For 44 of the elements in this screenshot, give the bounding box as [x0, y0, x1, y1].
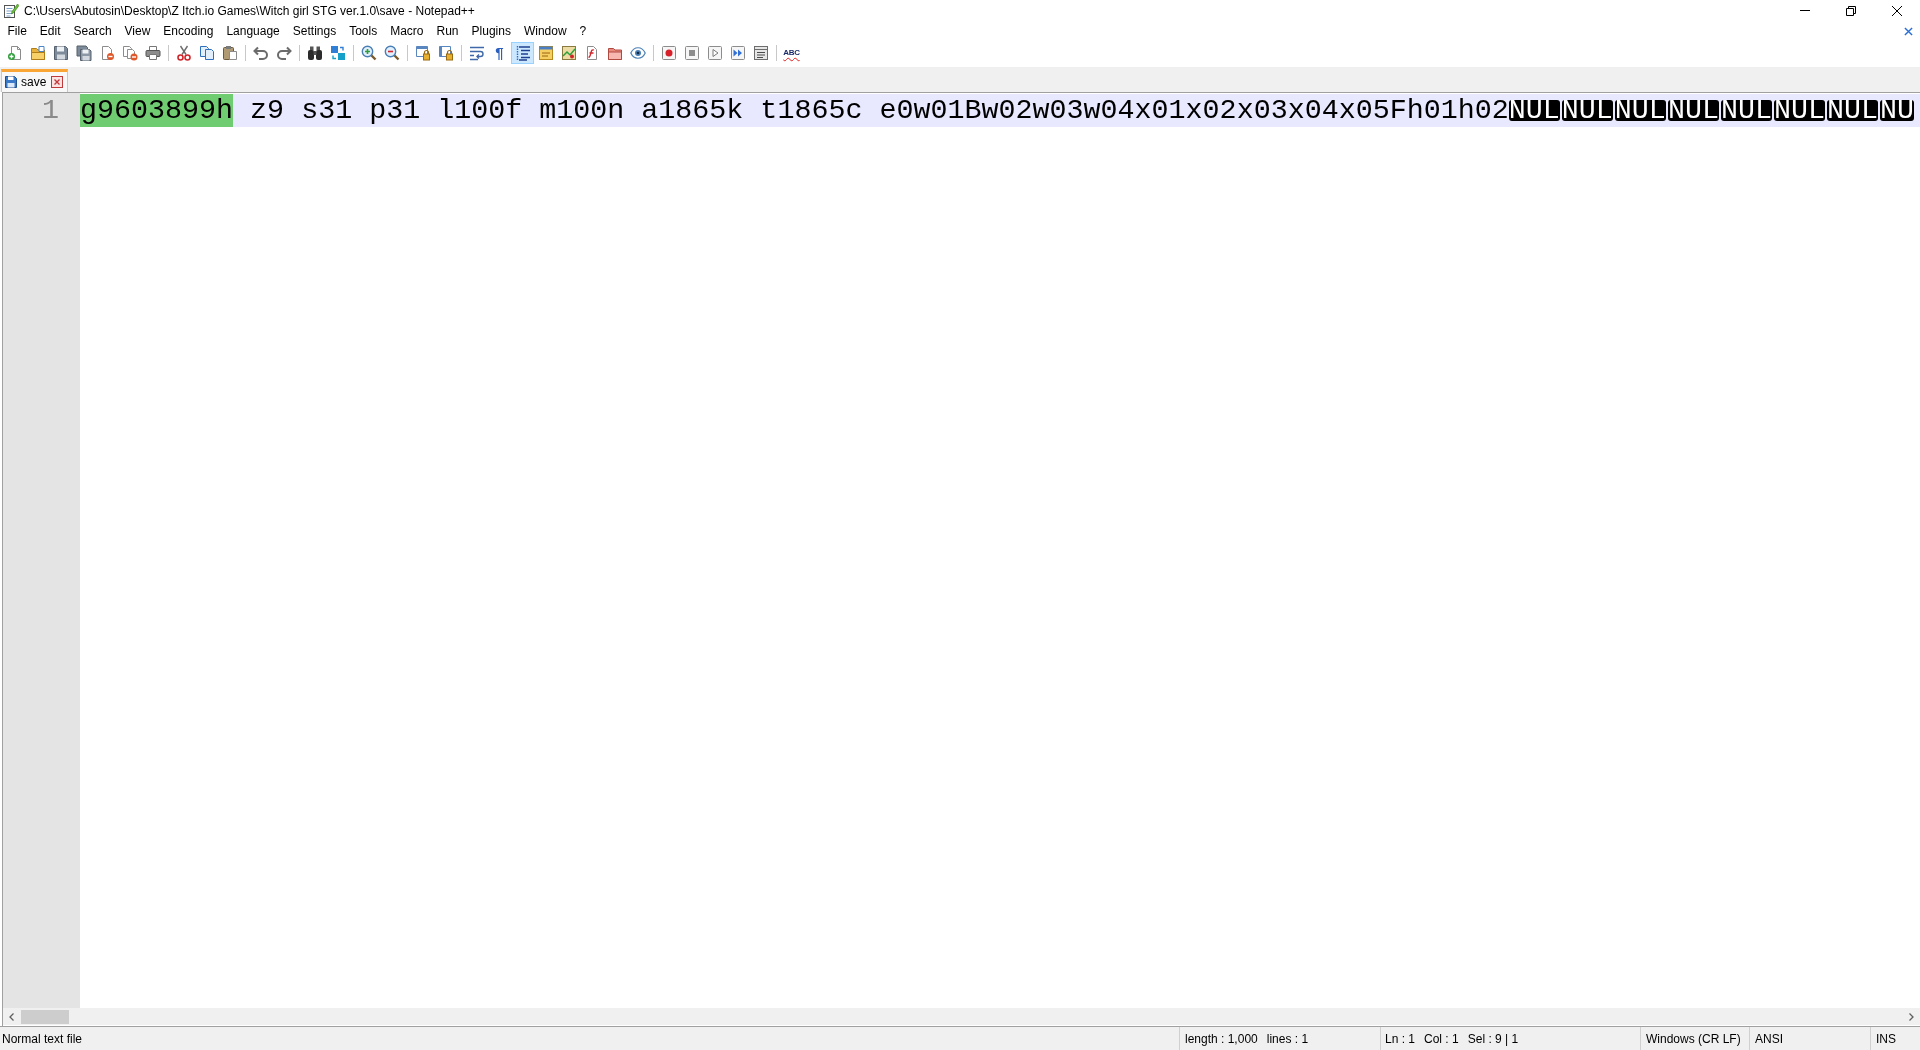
menu-item[interactable]: Run — [430, 21, 466, 41]
text-editor[interactable]: 1 g9603899h z9 s31 p31 l100f m100n a1865k t1865c e0w01Bw02w03w04x01x02x03x04x05Fh01h02NUL NUL NUL NULNULNULNULNU — [2, 92, 1920, 1026]
control-character: NU — [1880, 100, 1915, 121]
close-icon[interactable] — [1892, 5, 1902, 16]
menu-item[interactable]: ? — [573, 21, 593, 41]
window-title: C:\Users\Abutosin\Desktop\Z Itch.io Games\Witch girl STG ver.1.0\save - Notepad++ — [24, 3, 475, 18]
selected-text: g9603899h — [80, 94, 234, 127]
status-text: Normal text file — [2, 1031, 83, 1046]
menu-item[interactable]: Window — [517, 21, 574, 41]
menu-item[interactable]: Tools — [342, 21, 384, 41]
control-character: NUL — [1508, 100, 1560, 121]
toolbar-button[interactable]: ¶ — [488, 42, 511, 64]
control-character: NUL — [1561, 100, 1613, 121]
status-text: Ln : 1 — [1385, 1031, 1416, 1046]
status-text: Sel : 9 | 1 — [1467, 1031, 1519, 1046]
control-character: NUL — [1614, 100, 1666, 121]
control-character: NUL — [1720, 100, 1772, 121]
menu-item[interactable]: File — [1, 21, 34, 41]
menu-item[interactable]: Settings — [286, 21, 343, 41]
toolbar-button[interactable]: ABC — [780, 42, 803, 64]
code-text: z9 s31 p31 l100f m100n a1865k t1865c e0w01Bw02w03w04x01x02x03x04x05Fh01h02 — [249, 94, 1509, 127]
tab[interactable]: save — [1, 69, 69, 92]
restore-icon[interactable] — [1846, 5, 1856, 16]
chevron-left-icon[interactable] — [9, 1012, 14, 1021]
control-character: NUL — [1667, 100, 1719, 121]
control-character: NUL — [1826, 100, 1878, 121]
status-text: ANSI — [1755, 1031, 1783, 1046]
chevron-right-icon[interactable] — [1909, 1012, 1914, 1021]
scrollbar-thumb[interactable] — [21, 1009, 69, 1024]
menu-item[interactable]: Edit — [33, 21, 68, 41]
menu-item[interactable]: Macro — [383, 21, 430, 41]
menu-item[interactable]: Language — [219, 21, 287, 41]
menu-item[interactable]: Encoding — [156, 21, 220, 41]
status-text: length : 1,000 — [1185, 1031, 1258, 1046]
status-text: INS — [1876, 1031, 1896, 1046]
menu-item[interactable]: View — [118, 21, 157, 41]
menu-item[interactable]: Search — [67, 21, 119, 41]
control-character: NUL — [1773, 100, 1825, 121]
status-text: lines : 1 — [1266, 1031, 1309, 1046]
status-text: Windows (CR LF) — [1646, 1031, 1741, 1046]
status-text: Col : 1 — [1424, 1031, 1459, 1046]
line-number: 1 — [41, 94, 60, 127]
menu-item[interactable]: Plugins — [465, 21, 518, 41]
horizontal-scrollbar[interactable] — [3, 1008, 1920, 1025]
